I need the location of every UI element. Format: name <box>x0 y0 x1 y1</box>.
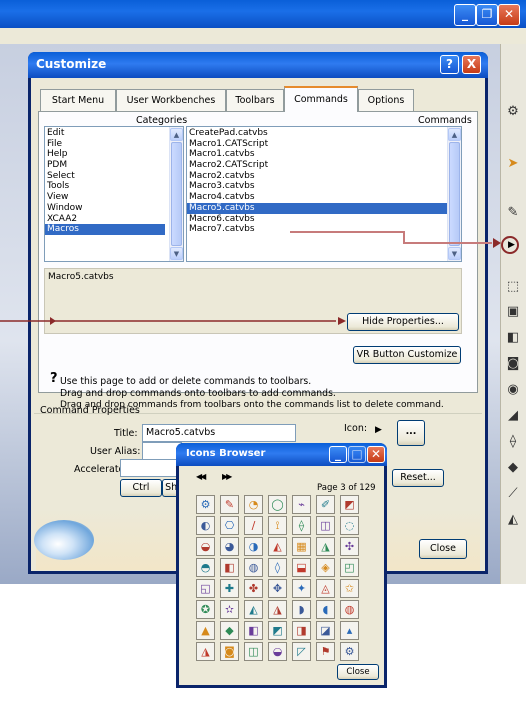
icon-browser-cell-icon[interactable]: ✚ <box>220 579 239 598</box>
icon-browser-cell-icon[interactable]: ◓ <box>196 558 215 577</box>
icon-browser-cell-icon[interactable]: ◙ <box>220 642 239 661</box>
icon-browser-cell-icon[interactable]: ◊ <box>268 558 287 577</box>
icon-browser-cell-icon[interactable]: ⟟ <box>268 516 287 535</box>
icon-browser-cell-icon[interactable]: ◧ <box>244 621 263 640</box>
icon-browser-cell-icon[interactable]: ⌁ <box>292 495 311 514</box>
icon-browser-cell-icon[interactable]: ◰ <box>340 558 359 577</box>
icon-browser-cell-icon[interactable]: ✫ <box>220 600 239 619</box>
icon-browser-cell-icon[interactable]: ✣ <box>340 537 359 556</box>
minimize-icon[interactable]: _ <box>329 446 347 463</box>
icon-browser-cell-icon[interactable]: ◩ <box>340 495 359 514</box>
icon-browser-cell-icon[interactable]: ∕ <box>244 516 263 535</box>
icon-browser-cell-icon[interactable]: ▴ <box>340 621 359 640</box>
icon-browser-cell-icon[interactable]: ⚙ <box>340 642 359 661</box>
icon-browser-cell-icon[interactable]: ⚙ <box>196 495 215 514</box>
icon-browser-cell-icon[interactable]: ◒ <box>196 537 215 556</box>
icon-browser-cell-icon[interactable]: ◮ <box>316 537 335 556</box>
icon-browser-cell-icon[interactable]: ✩ <box>340 579 359 598</box>
icon-browser-cell-icon[interactable]: ◪ <box>316 621 335 640</box>
icon-browser-cell-icon[interactable]: ◭ <box>268 537 287 556</box>
icon-browser-cell-icon[interactable]: ◭ <box>244 600 263 619</box>
arrow-head-toolbar <box>493 238 501 248</box>
icon-browser-cell-icon[interactable]: ◈ <box>316 558 335 577</box>
icons-browser-close-icon[interactable]: ✕ <box>367 446 385 463</box>
icon-browser-cell-icon[interactable]: ◯ <box>268 495 287 514</box>
icons-browser-close-button[interactable]: Close <box>337 664 379 680</box>
icons-browser-title: Icons Browser <box>186 448 266 459</box>
arrow-head-hide-properties <box>338 317 346 325</box>
icon-browser-cell-icon[interactable]: ✦ <box>292 579 311 598</box>
icon-browser-cell-icon[interactable]: ◮ <box>268 600 287 619</box>
icon-browser-cell-icon[interactable]: ◩ <box>268 621 287 640</box>
icon-browser-cell-icon[interactable]: ◧ <box>220 558 239 577</box>
icon-browser-cell-icon[interactable]: ⬓ <box>292 558 311 577</box>
icon-browser-cell-icon[interactable]: ◍ <box>244 558 263 577</box>
icon-browser-cell-icon[interactable]: ✐ <box>316 495 335 514</box>
icon-browser-cell-icon[interactable]: ◖ <box>316 600 335 619</box>
icon-browser-cell-icon[interactable]: ◐ <box>196 516 215 535</box>
icon-browser-cell-icon[interactable]: ◌ <box>340 516 359 535</box>
icon-browser-cell-icon[interactable]: ✎ <box>220 495 239 514</box>
nav-next-icon[interactable]: ▶▶ <box>222 472 232 481</box>
arrow-small-head <box>50 317 56 325</box>
page-indicator: Page 3 of 129 <box>317 483 376 493</box>
icon-browser-cell-icon[interactable]: ◔ <box>244 495 263 514</box>
icon-browser-cell-icon[interactable]: ⟠ <box>292 516 311 535</box>
icon-browser-cell-icon[interactable]: ◕ <box>220 537 239 556</box>
icon-browser-cell-icon[interactable]: ◆ <box>220 621 239 640</box>
icon-browser-cell-icon[interactable]: ◍ <box>340 600 359 619</box>
icon-browser-cell-icon[interactable]: ▦ <box>292 537 311 556</box>
icon-browser-cell-icon[interactable]: ▲ <box>196 621 215 640</box>
icon-browser-cell-icon[interactable]: ⚑ <box>316 642 335 661</box>
maximize-icon: □ <box>348 446 366 463</box>
icon-browser-cell-icon[interactable]: ◒ <box>268 642 287 661</box>
nav-first-icon[interactable]: ◀◀ <box>196 472 206 481</box>
icon-browser-cell-icon[interactable]: ⎔ <box>220 516 239 535</box>
icon-browser-cell-icon[interactable]: ◮ <box>196 642 215 661</box>
icon-browser-cell-icon[interactable]: ✤ <box>244 579 263 598</box>
arrow-to-toolbar-line <box>290 231 492 244</box>
icon-browser-cell-icon[interactable]: ◬ <box>316 579 335 598</box>
icon-browser-cell-icon[interactable]: ◫ <box>244 642 263 661</box>
icon-grid: ⚙ ✎ ◔ ◯ ⌁ ✐ ◩ ◐ ⎔ ∕ ⟟ ⟠ ◫ ◌ ◒ ◕ ◑ ◭ ▦ ◮ ✣ ◓ ◧ ◍ ◊ ⬓ ◈ ◰ ◱ ✚ ✤ ✥ ✦ ◬ ✩ ✪ ✫ ◭ ◮ ◗… <box>196 495 378 681</box>
icon-browser-cell-icon[interactable]: ✥ <box>268 579 287 598</box>
icon-browser-cell-icon[interactable]: ◫ <box>316 516 335 535</box>
icon-browser-cell-icon[interactable]: ◨ <box>292 621 311 640</box>
icon-browser-cell-icon[interactable]: ◸ <box>292 642 311 661</box>
icon-browser-cell-icon[interactable]: ◗ <box>292 600 311 619</box>
icon-browser-cell-icon[interactable]: ◑ <box>244 537 263 556</box>
icon-browser-cell-icon[interactable]: ◱ <box>196 579 215 598</box>
icon-browser-cell-icon[interactable]: ✪ <box>196 600 215 619</box>
